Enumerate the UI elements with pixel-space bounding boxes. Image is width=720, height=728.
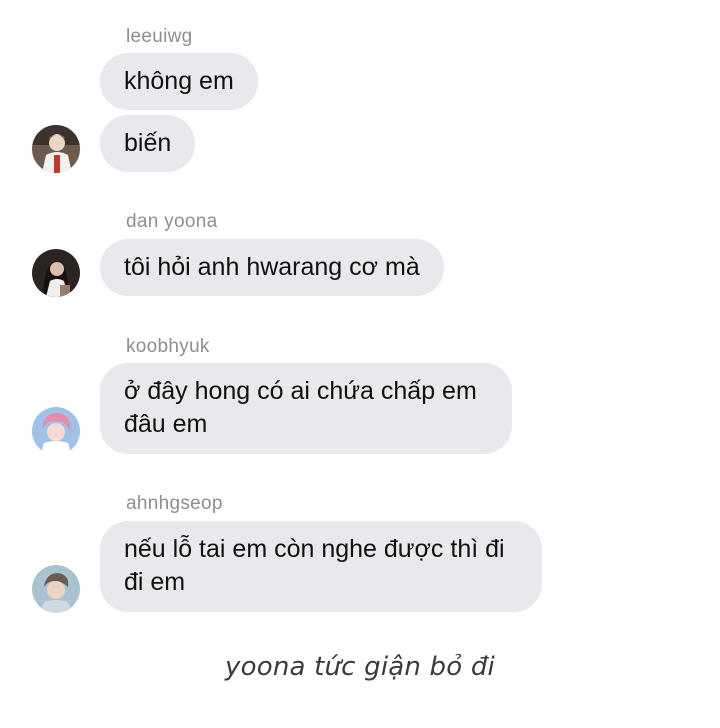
- message-bubble[interactable]: tôi hỏi anh hwarang cơ mà: [100, 239, 444, 296]
- caption-text: yoona tức giận bỏ đi: [225, 652, 495, 682]
- sender-name: leeuiwg: [126, 26, 193, 47]
- message-text: tôi hỏi anh hwarang cơ mà: [124, 253, 420, 281]
- sender-name: ahnhgseop: [126, 493, 223, 514]
- message-text: nếu lỗ tai em còn nghe được thì đi: [124, 535, 505, 563]
- avatar[interactable]: [32, 125, 80, 173]
- avatar[interactable]: [32, 407, 80, 455]
- user-photo-icon: [32, 407, 80, 455]
- message-text: đâu em: [124, 410, 208, 438]
- message-text: không em: [124, 67, 234, 95]
- message-bubble[interactable]: nếu lỗ tai em còn nghe được thì đi đi em: [100, 521, 542, 612]
- message-bubble[interactable]: ở đây hong có ai chứa chấp em đâu em: [100, 363, 512, 454]
- message-text: đi em: [124, 568, 186, 596]
- message-text: biến: [124, 129, 172, 157]
- avatar[interactable]: [32, 565, 80, 613]
- avatar[interactable]: [32, 249, 80, 297]
- user-photo-icon: [32, 125, 80, 173]
- sender-name: koobhyuk: [126, 336, 210, 357]
- user-photo-icon: [32, 565, 80, 613]
- user-photo-icon: [32, 249, 80, 297]
- message-bubble[interactable]: không em: [100, 53, 258, 110]
- sender-name: dan yoona: [126, 211, 218, 232]
- message-text: ở đây hong có ai chứa chấp em: [124, 377, 477, 405]
- message-bubble[interactable]: biến: [100, 115, 196, 172]
